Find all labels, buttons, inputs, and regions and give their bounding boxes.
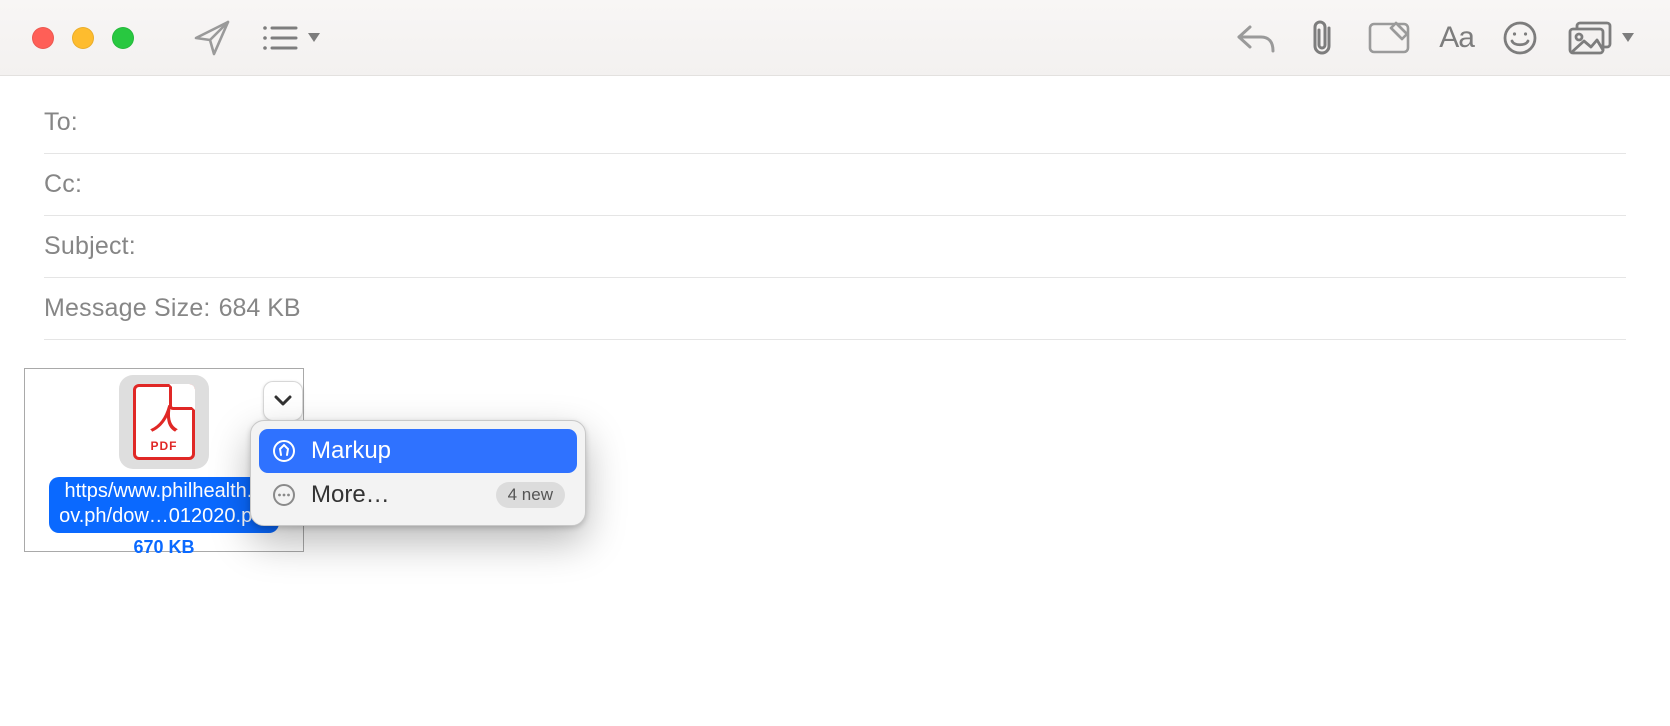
markup-pen-icon (271, 438, 297, 464)
to-row[interactable]: To: (44, 92, 1626, 154)
paper-plane-icon (192, 18, 232, 58)
paperclip-icon (1305, 18, 1339, 58)
pdf-logo-glyph: 人 (150, 407, 178, 435)
reply-button[interactable] (1235, 21, 1277, 55)
subject-input[interactable] (142, 232, 1626, 261)
window-zoom-button[interactable] (112, 27, 134, 49)
menu-item-markup-label: Markup (311, 437, 565, 465)
to-label: To: (44, 108, 78, 137)
window-close-button[interactable] (32, 27, 54, 49)
attachment-actions-menu: Markup More… 4 new (250, 420, 586, 526)
message-size-label: Message Size: (44, 294, 211, 323)
format-button[interactable]: Aa (1439, 21, 1474, 55)
menu-item-more-label: More… (311, 481, 482, 509)
message-size-row: Message Size: 684 KB (44, 278, 1626, 340)
cc-label: Cc: (44, 170, 82, 199)
more-ellipsis-icon (271, 482, 297, 508)
titlebar: Aa (0, 0, 1670, 76)
window-controls (32, 27, 134, 49)
compose-headers: To: Cc: Subject: Message Size: 684 KB (0, 76, 1670, 340)
subject-label: Subject: (44, 232, 136, 261)
pdf-badge-label: PDF (151, 439, 178, 453)
header-fields-button[interactable] (260, 22, 320, 54)
window-minimize-button[interactable] (72, 27, 94, 49)
send-button[interactable] (192, 18, 232, 58)
attach-button[interactable] (1305, 18, 1339, 58)
message-size-value: 684 KB (219, 294, 301, 323)
menu-item-more-badge: 4 new (496, 482, 565, 508)
chevron-down-icon (274, 395, 292, 407)
menu-item-more[interactable]: More… 4 new (259, 473, 577, 517)
pdf-file-icon: 人 PDF (133, 384, 195, 460)
attachment-filename-line2: ov.ph/dow…012020.pdf (59, 505, 269, 527)
titlebar-left (32, 18, 320, 58)
attachment-filename[interactable]: https/www.philhealth.g ov.ph/dow…012020.… (49, 477, 279, 533)
list-icon (260, 22, 300, 54)
attachment-filename-line1: https/www.philhealth.g (64, 480, 263, 502)
markup-icon (1367, 20, 1411, 56)
to-input[interactable] (84, 108, 1626, 137)
titlebar-right: Aa (1235, 18, 1634, 58)
emoji-button[interactable] (1502, 20, 1538, 56)
cc-row[interactable]: Cc: (44, 154, 1626, 216)
photo-browser-button[interactable] (1566, 20, 1634, 56)
pdf-thumbnail: 人 PDF (119, 375, 209, 469)
attachment-actions-button[interactable] (263, 381, 303, 421)
photos-icon (1566, 20, 1614, 56)
markup-toolbar-button[interactable] (1367, 20, 1411, 56)
menu-item-markup[interactable]: Markup (259, 429, 577, 473)
subject-row[interactable]: Subject: (44, 216, 1626, 278)
attachment-filesize: 670 KB (25, 537, 303, 558)
text-format-icon: Aa (1439, 21, 1474, 55)
emoji-icon (1502, 20, 1538, 56)
cc-input[interactable] (88, 170, 1626, 199)
reply-arrow-icon (1235, 21, 1277, 55)
